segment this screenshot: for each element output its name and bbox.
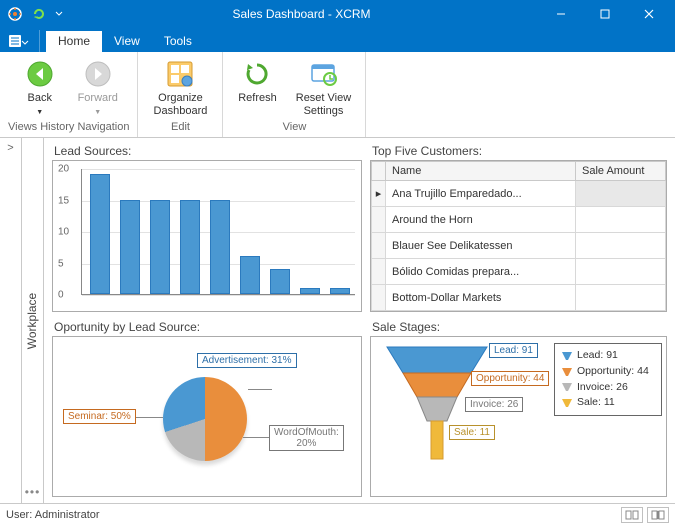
back-icon: [24, 58, 56, 90]
pie-label-seminar: Seminar: 50%: [63, 409, 136, 424]
table-row[interactable]: Bottom-Dollar Markets: [372, 285, 666, 311]
ribbon-tabs: Home View Tools: [0, 28, 675, 52]
opportunity-pie-chart: Seminar: 50% Advertisement: 31% WordOfMo…: [52, 336, 362, 497]
status-bar: User: Administrator: [0, 503, 675, 525]
workplace-sidebar[interactable]: Workplace •••: [22, 138, 44, 503]
close-button[interactable]: [627, 0, 671, 28]
tab-home[interactable]: Home: [46, 31, 102, 52]
dashboard-grid: Lead Sources: 05101520 Top Five Customer…: [44, 138, 675, 503]
ribbon: Back▼ Forward▼ Views History Navigation …: [0, 52, 675, 138]
panel-lead-sources: Lead Sources: 05101520: [52, 144, 362, 312]
table-row[interactable]: Blauer See Delikatessen: [372, 233, 666, 259]
back-button[interactable]: Back▼: [14, 56, 66, 117]
view-mode-pages-icon[interactable]: [647, 507, 669, 523]
bar: [270, 269, 290, 294]
bar: [330, 288, 350, 294]
tab-tools[interactable]: Tools: [152, 31, 204, 52]
forward-button[interactable]: Forward▼: [72, 56, 124, 117]
table-row[interactable]: Around the Horn: [372, 207, 666, 233]
column-name[interactable]: Name: [386, 162, 576, 181]
pie-icon: [163, 377, 247, 461]
ellipsis-icon[interactable]: •••: [25, 485, 41, 499]
row-header-column: [372, 162, 386, 181]
title-bar: Sales Dashboard - XCRM: [0, 0, 675, 28]
panel-top-customers: Top Five Customers: Name Sale Amount ▸An…: [370, 144, 667, 312]
dashboard-icon: [164, 58, 196, 90]
refresh-icon: [241, 58, 273, 90]
pie-label-wordofmouth: WordOfMouth:20%: [269, 425, 344, 451]
reset-view-button[interactable]: Reset View Settings: [289, 56, 357, 117]
lead-sources-chart: 05101520: [52, 160, 362, 312]
funnel-label-sale: Sale: 11: [449, 425, 495, 440]
bar: [90, 174, 110, 294]
customers-table[interactable]: Name Sale Amount ▸Ana Trujillo Emparedad…: [371, 161, 666, 311]
workplace-label: Workplace: [26, 292, 40, 348]
bar: [300, 288, 320, 294]
ribbon-group-edit: Organize Dashboard Edit: [138, 52, 223, 137]
bar: [120, 200, 140, 295]
funnel-label-invoice: Invoice: 26: [465, 397, 523, 412]
organize-dashboard-button[interactable]: Organize Dashboard: [146, 56, 214, 117]
forward-icon: [82, 58, 114, 90]
sale-stages-funnel: Lead: 91 Opportunity: 44 Invoice: 26 Sal…: [370, 336, 667, 497]
window-title: Sales Dashboard - XCRM: [64, 7, 539, 21]
bar: [210, 200, 230, 295]
refresh-quick-icon[interactable]: [30, 5, 48, 23]
bar: [240, 256, 260, 294]
column-sale-amount[interactable]: Sale Amount: [576, 162, 666, 181]
ribbon-group-view: Refresh Reset View Settings View: [223, 52, 366, 137]
reset-view-icon: [307, 58, 339, 90]
bar: [180, 200, 200, 295]
panel-sale-stages: Sale Stages: Lead: 91 Opportunity: 44 In…: [370, 320, 667, 497]
ribbon-group-label: Views History Navigation: [8, 120, 129, 135]
content-area: > Workplace ••• Lead Sources: 05101520 T…: [0, 138, 675, 503]
table-row[interactable]: Bólido Comidas prepara...: [372, 259, 666, 285]
file-menu-button[interactable]: [6, 30, 40, 52]
maximize-button[interactable]: [583, 0, 627, 28]
app-icon: [6, 5, 24, 23]
view-mode-book-icon[interactable]: [621, 507, 643, 523]
funnel-label-opportunity: Opportunity: 44: [471, 371, 549, 386]
panel-opportunity: Oportunity by Lead Source: Seminar: 50% …: [52, 320, 362, 497]
quick-dropdown-icon[interactable]: [54, 5, 64, 23]
pie-label-advertisement: Advertisement: 31%: [197, 353, 297, 368]
sidebar-expand-button[interactable]: >: [0, 138, 22, 503]
table-row[interactable]: ▸Ana Trujillo Emparedado...: [372, 181, 666, 207]
funnel-legend: Lead: 91 Opportunity: 44 Invoice: 26 Sal…: [554, 343, 662, 416]
funnel-label-lead: Lead: 91: [489, 343, 538, 358]
tab-view[interactable]: View: [102, 31, 152, 52]
status-user: User: Administrator: [6, 509, 100, 521]
bar: [150, 200, 170, 295]
ribbon-group-navigation: Back▼ Forward▼ Views History Navigation: [0, 52, 138, 137]
minimize-button[interactable]: [539, 0, 583, 28]
refresh-button[interactable]: Refresh: [231, 56, 283, 105]
